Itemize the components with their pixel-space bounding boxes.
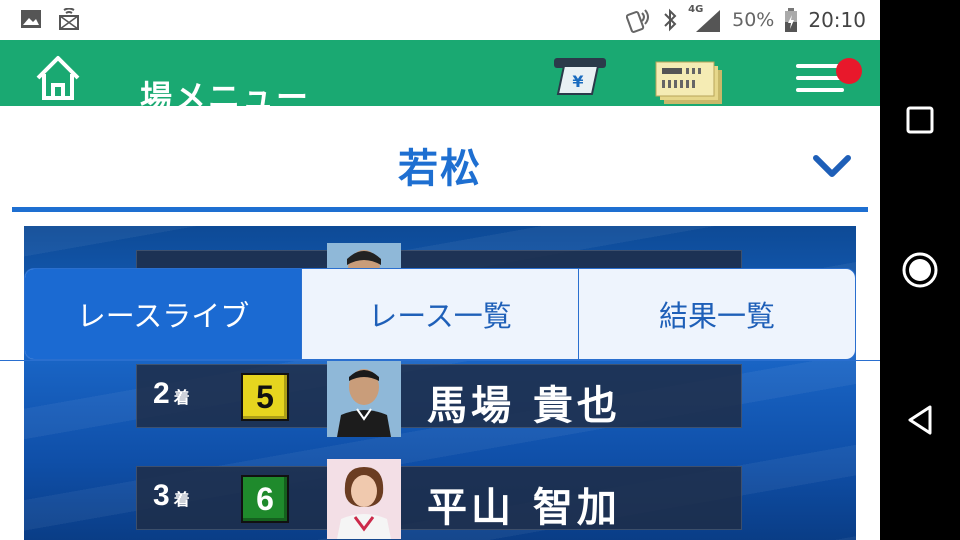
yen-symbol: ¥: [572, 72, 583, 91]
racer-name: 平山 智加: [427, 485, 621, 531]
racer-photo: [327, 459, 401, 539]
racer-name: 馬場 貴也: [427, 383, 621, 429]
chevron-down-icon[interactable]: [810, 152, 854, 182]
cast-icon: [59, 8, 79, 30]
atm-icon: ¥: [554, 58, 606, 95]
result-row: 2着 5 馬場 貴也: [136, 357, 742, 437]
racer-photo: [327, 357, 401, 437]
notification-dot: [836, 58, 862, 84]
tab-results-list[interactable]: 結果一覧: [579, 269, 855, 359]
tab-race-live[interactable]: レースライブ: [25, 269, 302, 359]
system-icons: 4G 50% 20:10: [626, 4, 866, 33]
image-icon: [21, 10, 41, 28]
hamburger-line: [796, 88, 844, 92]
rank-number: 3: [153, 479, 170, 512]
home-icon: [36, 56, 80, 100]
venue-name: 若松: [398, 146, 482, 192]
home-button[interactable]: [30, 54, 86, 102]
page-title: 場メニュー: [140, 78, 311, 106]
signal-icon: 4G: [688, 4, 722, 32]
lane-badge: 6: [241, 475, 289, 523]
menu-button[interactable]: [790, 56, 862, 100]
lane-number: 5: [256, 378, 274, 415]
tab-bar: レースライブ レース一覧 結果一覧: [24, 268, 856, 360]
result-row: 3着 6 平山 智加: [136, 459, 742, 539]
back-button[interactable]: [880, 390, 960, 450]
rank-suffix: 着: [173, 492, 190, 509]
rank-number: 2: [153, 377, 170, 410]
tabs-divider: [0, 360, 880, 361]
app-header: 場メニュー ¥: [0, 40, 880, 106]
battery-icon: [785, 8, 798, 32]
ticket-icon: [655, 61, 722, 104]
tab-race-list[interactable]: レース一覧: [302, 269, 579, 359]
back-triangle-icon: [908, 405, 932, 435]
lane-number: 6: [256, 480, 274, 517]
clock: 20:10: [808, 8, 866, 32]
battery-percent: 50%: [732, 9, 775, 31]
rank: 2着: [153, 377, 190, 411]
square-icon: [906, 106, 934, 134]
circle-icon: [902, 252, 938, 288]
ticket-button[interactable]: [652, 60, 728, 106]
bluetooth-icon: [664, 8, 677, 32]
lane-badge: 5: [241, 373, 289, 421]
deposit-button[interactable]: ¥: [548, 54, 612, 98]
nfc-icon: [626, 9, 650, 33]
system-nav-bar: [880, 0, 960, 540]
status-bar: 4G 50% 20:10: [0, 0, 880, 40]
rank: 3着: [153, 479, 190, 513]
venue-selector[interactable]: 若松: [0, 106, 880, 212]
home-nav-button[interactable]: [880, 240, 960, 300]
recents-button[interactable]: [880, 90, 960, 150]
rank-suffix: 着: [173, 390, 190, 407]
notification-icons: [20, 8, 80, 30]
